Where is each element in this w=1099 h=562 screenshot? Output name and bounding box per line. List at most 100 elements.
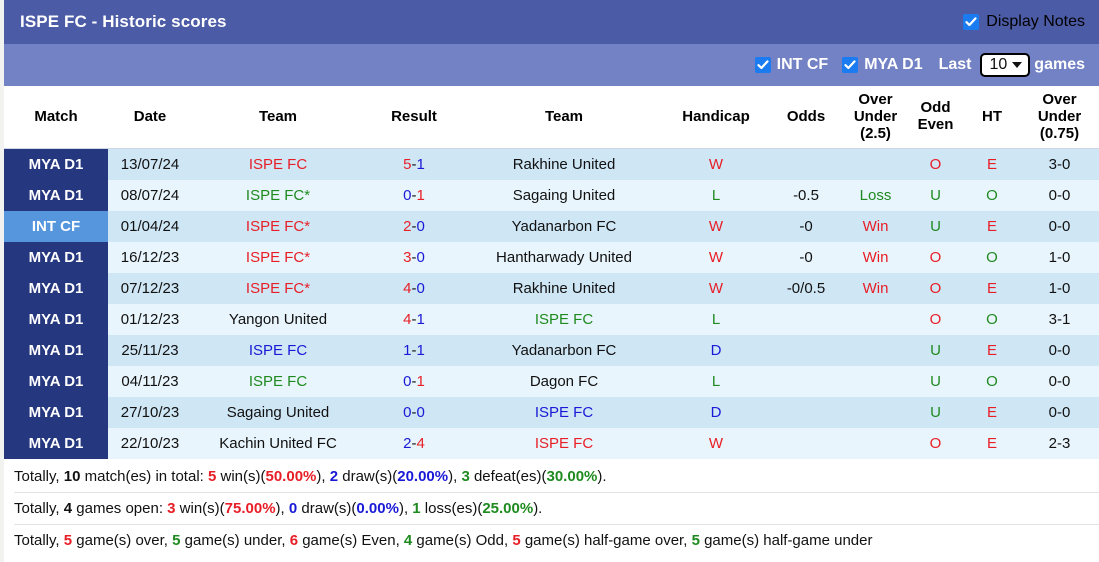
match-result-score[interactable]: 4-0 xyxy=(364,273,464,305)
s3-even: 6 xyxy=(289,532,299,550)
odd-even-value: O xyxy=(964,304,1020,336)
s1-draw-pct: 20.00% xyxy=(397,468,449,486)
mya-d1-label: MYA D1 xyxy=(864,56,923,73)
table-row[interactable]: INT CF 01/04/24 ISPE FC* 2-0 Yadanarbon FC W -… xyxy=(4,211,1099,243)
column-header-odds[interactable]: Odds xyxy=(768,86,844,150)
s1-t1: Totally, xyxy=(14,468,64,486)
odds-result: Win xyxy=(844,242,907,274)
match-result-score[interactable]: 2-0 xyxy=(364,211,464,243)
competition-label: MYA D1 xyxy=(4,149,108,181)
table-row[interactable]: MYA D1 07/12/23 ISPE FC* 4-0 Rakhine United W… xyxy=(4,273,1099,305)
match-date: 08/07/24 xyxy=(108,180,192,212)
odd-even-value: E xyxy=(964,397,1020,429)
table-row[interactable]: MYA D1 13/07/24 ISPE FC 5-1 Rakhine United W O… xyxy=(4,148,1099,181)
handicap-value xyxy=(768,366,844,398)
s3-half-over: 5 xyxy=(512,532,521,550)
home-score: 2 xyxy=(403,435,412,453)
match-result-score[interactable]: 3-0 xyxy=(364,242,464,274)
match-outcome: D xyxy=(664,335,768,367)
match-competition-badge[interactable]: MYA D1 xyxy=(4,273,108,305)
home-team-name: ISPE FC* xyxy=(192,242,364,274)
table-row[interactable]: MYA D1 01/12/23 Yangon United 4-1 ISPE FC L O O… xyxy=(4,304,1099,336)
match-date: 16/12/23 xyxy=(108,242,192,274)
odd-even-value: O xyxy=(964,180,1020,212)
match-result-score[interactable]: 1-1 xyxy=(364,335,464,367)
s2-win-pct: 75.00% xyxy=(224,500,276,518)
match-competition-badge[interactable]: MYA D1 xyxy=(4,335,108,367)
column-header-away-team[interactable]: Team xyxy=(464,86,664,150)
over-under-25-value: U xyxy=(907,180,964,212)
filter-mya-d1[interactable]: MYA D1 xyxy=(842,56,923,74)
s2-losses: 1 xyxy=(412,500,421,518)
home-team-name: ISPE FC* xyxy=(192,211,364,243)
display-notes-control[interactable]: Display Notes xyxy=(963,0,1085,44)
int-cf-checkbox[interactable] xyxy=(754,57,771,73)
table-row[interactable]: MYA D1 16/12/23 ISPE FC* 3-0 Hantharwady Uni… xyxy=(4,242,1099,274)
match-result-score[interactable]: 0-1 xyxy=(364,366,464,398)
half-time-score: 0-0 xyxy=(1020,211,1099,243)
over-under-25-value: O xyxy=(907,148,964,181)
column-header-handicap[interactable]: Handicap xyxy=(664,86,768,150)
column-header-over-under-075[interactable]: Over Under (0.75) xyxy=(1020,86,1099,150)
match-result-score[interactable]: 5-1 xyxy=(364,148,464,181)
match-competition-badge[interactable]: MYA D1 xyxy=(4,428,108,460)
column-header-over-under-25[interactable]: Over Under (2.5) xyxy=(844,86,907,150)
match-competition-badge[interactable]: MYA D1 xyxy=(4,242,108,274)
odds-result xyxy=(844,428,907,460)
column-header-ht[interactable]: HT xyxy=(964,86,1020,150)
column-header-result[interactable]: Result xyxy=(364,86,464,150)
competition-label: MYA D1 xyxy=(4,180,108,212)
match-competition-badge[interactable]: MYA D1 xyxy=(4,180,108,212)
away-team-name: ISPE FC xyxy=(464,304,664,336)
s1-defeat-pct: 30.00% xyxy=(546,468,598,486)
summary-notes: Totally, 10 match(es) in total: 5 win(s)… xyxy=(4,459,1099,556)
match-outcome: W xyxy=(664,148,768,181)
match-competition-badge[interactable]: MYA D1 xyxy=(4,148,108,181)
competition-label: MYA D1 xyxy=(4,304,108,336)
column-header-date[interactable]: Date xyxy=(108,86,192,150)
away-score: 0 xyxy=(416,249,425,267)
away-score: 1 xyxy=(416,311,425,329)
away-score: 4 xyxy=(416,435,425,453)
match-outcome: D xyxy=(664,397,768,429)
away-team-name: Yadanarbon FC xyxy=(464,211,664,243)
match-result-score[interactable]: 2-4 xyxy=(364,428,464,460)
s1-t8: ). xyxy=(597,468,607,486)
filter-int-cf[interactable]: INT CF xyxy=(754,56,828,74)
table-row[interactable]: MYA D1 25/11/23 ISPE FC 1-1 Yadanarbon FC D U E… xyxy=(4,335,1099,367)
s2-t3: win(s)( xyxy=(175,500,225,518)
match-result-score[interactable]: 0-0 xyxy=(364,397,464,429)
table-row[interactable]: MYA D1 22/10/23 Kachin United FC 2-4 ISPE FC… xyxy=(4,428,1099,460)
match-competition-badge[interactable]: MYA D1 xyxy=(4,397,108,429)
table-row[interactable]: MYA D1 08/07/24 ISPE FC* 0-1 Sagaing United L… xyxy=(4,180,1099,212)
match-outcome: W xyxy=(664,428,768,460)
table-row[interactable]: MYA D104/11/23ISPE FC0-1Dagon FCLUO0-0U xyxy=(4,366,1099,398)
display-notes-checkbox[interactable] xyxy=(963,14,980,30)
match-competition-badge[interactable]: INT CF xyxy=(4,211,108,243)
table-row[interactable]: MYA D1 27/10/23 Sagaing United 0-0 ISPE FC D U… xyxy=(4,397,1099,429)
home-score: 0 xyxy=(403,187,412,205)
away-score: 0 xyxy=(416,404,425,422)
column-header-match[interactable]: Match xyxy=(4,86,108,150)
games-count-select[interactable]: 10 xyxy=(979,53,1031,77)
handicap-value xyxy=(768,397,844,429)
mya-d1-checkbox[interactable] xyxy=(842,57,859,73)
match-result-score[interactable]: 4-1 xyxy=(364,304,464,336)
match-result-score[interactable]: 0-1 xyxy=(364,180,464,212)
match-outcome: W xyxy=(664,273,768,305)
half-time-score: 3-1 xyxy=(1020,304,1099,336)
summary-line-total: Totally, 10 match(es) in total: 5 win(s)… xyxy=(14,461,1099,494)
half-time-score: 0-0 xyxy=(1020,366,1099,398)
match-competition-badge[interactable]: MYA D1 xyxy=(4,304,108,336)
odd-even-value: E xyxy=(964,428,1020,460)
match-competition-badge[interactable]: MYA D1 xyxy=(4,366,108,398)
home-team-name: Sagaing United xyxy=(192,397,364,429)
handicap-value xyxy=(768,428,844,460)
ou25-line3: (2.5) xyxy=(860,124,891,142)
home-team-name: ISPE FC xyxy=(192,366,364,398)
column-header-odd-even[interactable]: Odd Even xyxy=(907,86,964,150)
column-header-home-team[interactable]: Team xyxy=(192,86,364,150)
s1-t6: ), xyxy=(448,468,462,486)
handicap-value xyxy=(768,304,844,336)
handicap-value: -0/0.5 xyxy=(768,273,844,305)
